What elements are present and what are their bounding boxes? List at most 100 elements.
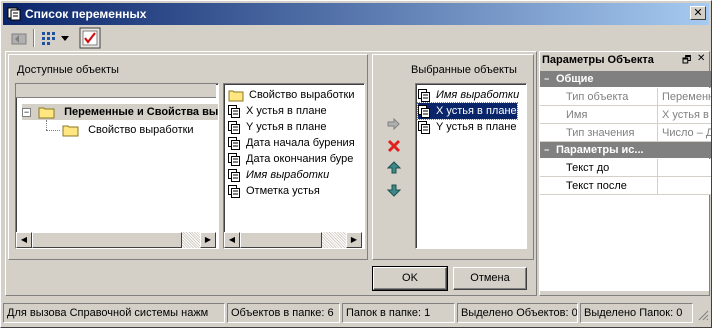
dialog-window: Список переменных ✕ Доступные объекты − … (0, 0, 712, 328)
item-label: X устья в плане (436, 105, 517, 117)
folder-tree[interactable]: − Переменные и Свойства вы Свойство выра… (15, 83, 219, 249)
property-value[interactable] (659, 177, 711, 194)
available-object-item[interactable]: Свойство выработки (228, 87, 355, 103)
selected-object-item[interactable]: X устья в плане (417, 102, 518, 120)
tree-child-label: Свойство выработки (88, 124, 194, 136)
tree-horizontal-scrollbar[interactable]: ◀ ▶ (16, 232, 216, 248)
property-row[interactable]: Текст после (540, 177, 711, 195)
property-grid[interactable]: − Общие Тип объекта Переменн Имя X устья в Тип… (540, 71, 711, 291)
available-objects-title: Доступные объекты (17, 64, 119, 76)
selected-object-item[interactable]: Y устья в плане (418, 119, 516, 135)
variable-icon (228, 120, 240, 134)
list-horizontal-scrollbar[interactable]: ◀ ▶ (224, 232, 362, 248)
property-row[interactable]: Тип объекта Переменн (540, 88, 711, 106)
tree-root-label: Переменные и Свойства вы (64, 106, 219, 118)
main-area: Доступные объекты − Переменные и Свойств… (5, 51, 537, 296)
property-row[interactable]: Текст до (540, 159, 711, 177)
available-object-item[interactable]: Имя выработки (228, 167, 329, 183)
available-objects-list[interactable]: Свойство выработки X устья в плане Y устья… (223, 83, 365, 249)
property-row[interactable]: Имя X устья в (540, 106, 711, 124)
property-value[interactable]: X устья в (659, 106, 711, 123)
variable-icon (418, 120, 430, 134)
scroll-right-icon[interactable]: ▶ (200, 232, 216, 248)
variable-icon (228, 184, 240, 198)
tree-child-item[interactable]: Свойство выработки (62, 122, 194, 138)
available-object-item[interactable]: Дата начала бурения (228, 135, 355, 151)
scroll-thumb[interactable] (240, 232, 322, 248)
collapse-toggle-icon[interactable]: − (544, 142, 549, 158)
property-key: Имя (540, 106, 658, 123)
add-arrow-icon[interactable] (387, 117, 401, 131)
selected-objects-title: Выбранные объекты (411, 64, 517, 76)
scroll-left-icon[interactable]: ◀ (224, 232, 240, 248)
collapse-toggle-icon[interactable]: − (544, 71, 549, 87)
view-mode-icon[interactable] (39, 27, 75, 49)
status-selected-objects: Выделено Объектов: 0 (457, 303, 578, 323)
item-label: Свойство выработки (249, 89, 355, 101)
toolbar (3, 26, 709, 50)
move-up-icon[interactable] (387, 161, 401, 175)
property-key: Текст до (540, 159, 658, 176)
close-window-button[interactable]: ✕ (690, 6, 706, 20)
tree-connector (46, 120, 47, 130)
back-folder-icon[interactable] (9, 27, 29, 49)
available-object-item[interactable]: Отметка устья (228, 183, 320, 199)
item-label: Дата начала бурения (246, 137, 355, 149)
property-value[interactable]: Переменн (659, 88, 711, 105)
item-label: Y устья в плане (246, 121, 327, 133)
selected-objects-panel: Выбранные объекты Имя выработки X устья в… (372, 54, 534, 260)
available-object-item[interactable]: X устья в плане (228, 103, 327, 119)
variable-icon (228, 152, 240, 166)
property-key: Тип значения (540, 124, 658, 141)
property-group-header[interactable]: − Параметры ис... (540, 142, 711, 158)
cancel-button[interactable]: Отмена (453, 267, 527, 290)
available-object-item[interactable]: Дата окончания буре (228, 151, 353, 167)
ok-button[interactable]: OK (372, 266, 448, 291)
property-group-header[interactable]: − Общие (540, 71, 711, 87)
status-bar: Для вызова Справочной системы нажм Объек… (3, 303, 709, 325)
variable-icon (418, 88, 430, 102)
group-label: Параметры ис... (556, 144, 644, 156)
scroll-left-icon[interactable]: ◀ (16, 232, 32, 248)
tree-header (16, 84, 216, 98)
properties-title: Параметры Объекта (542, 54, 654, 66)
property-value[interactable] (659, 159, 711, 176)
status-objects-count: Объектов в папке: 6 (227, 303, 340, 323)
tree-root-item[interactable]: − Переменные и Свойства вы (22, 104, 219, 120)
variable-icon (228, 136, 240, 150)
list-window-icon (7, 7, 21, 21)
group-label: Общие (556, 73, 594, 85)
variable-icon (418, 104, 430, 118)
status-selected-folders: Выделено Папок: 0 (580, 303, 693, 323)
selected-object-item[interactable]: Имя выработки (418, 87, 519, 103)
folder-icon (228, 90, 244, 102)
status-help: Для вызова Справочной системы нажм (3, 303, 225, 323)
delete-icon[interactable] (387, 139, 401, 153)
properties-panel: Параметры Объекта 🗗 ✕ − Общие Тип объекта П… (539, 51, 711, 296)
available-object-item[interactable]: Y устья в плане (228, 119, 326, 135)
scroll-right-icon[interactable]: ▶ (346, 232, 362, 248)
tree-connector (46, 130, 60, 131)
property-value[interactable]: Число – Д (659, 124, 711, 141)
collapse-toggle-icon[interactable]: − (22, 107, 31, 117)
folder-open-icon (38, 107, 55, 119)
item-label: Y устья в плане (436, 121, 517, 133)
property-row[interactable]: Тип значения Число – Д (540, 124, 711, 142)
close-panel-icon[interactable]: ✕ (697, 53, 705, 64)
status-folders-count: Папок в папке: 1 (342, 303, 455, 323)
item-label: Имя выработки (436, 89, 520, 101)
scroll-thumb[interactable] (32, 232, 182, 248)
item-label: Дата окончания буре (246, 153, 354, 165)
checkbox-toggle-icon[interactable] (79, 27, 101, 49)
move-down-icon[interactable] (387, 183, 401, 197)
pin-panel-icon[interactable]: 🗗 (682, 53, 691, 70)
resize-grip-icon[interactable] (697, 309, 709, 321)
item-label: Имя выработки (246, 169, 330, 181)
item-label: Отметка устья (246, 185, 320, 197)
property-key: Тип объекта (540, 88, 658, 105)
selected-objects-list[interactable]: Имя выработки X устья в плане Y устья в пл… (415, 83, 527, 249)
folder-icon (62, 125, 79, 137)
variable-icon (228, 168, 240, 182)
available-objects-panel: Доступные объекты − Переменные и Свойств… (8, 54, 368, 260)
variable-icon (228, 104, 240, 118)
